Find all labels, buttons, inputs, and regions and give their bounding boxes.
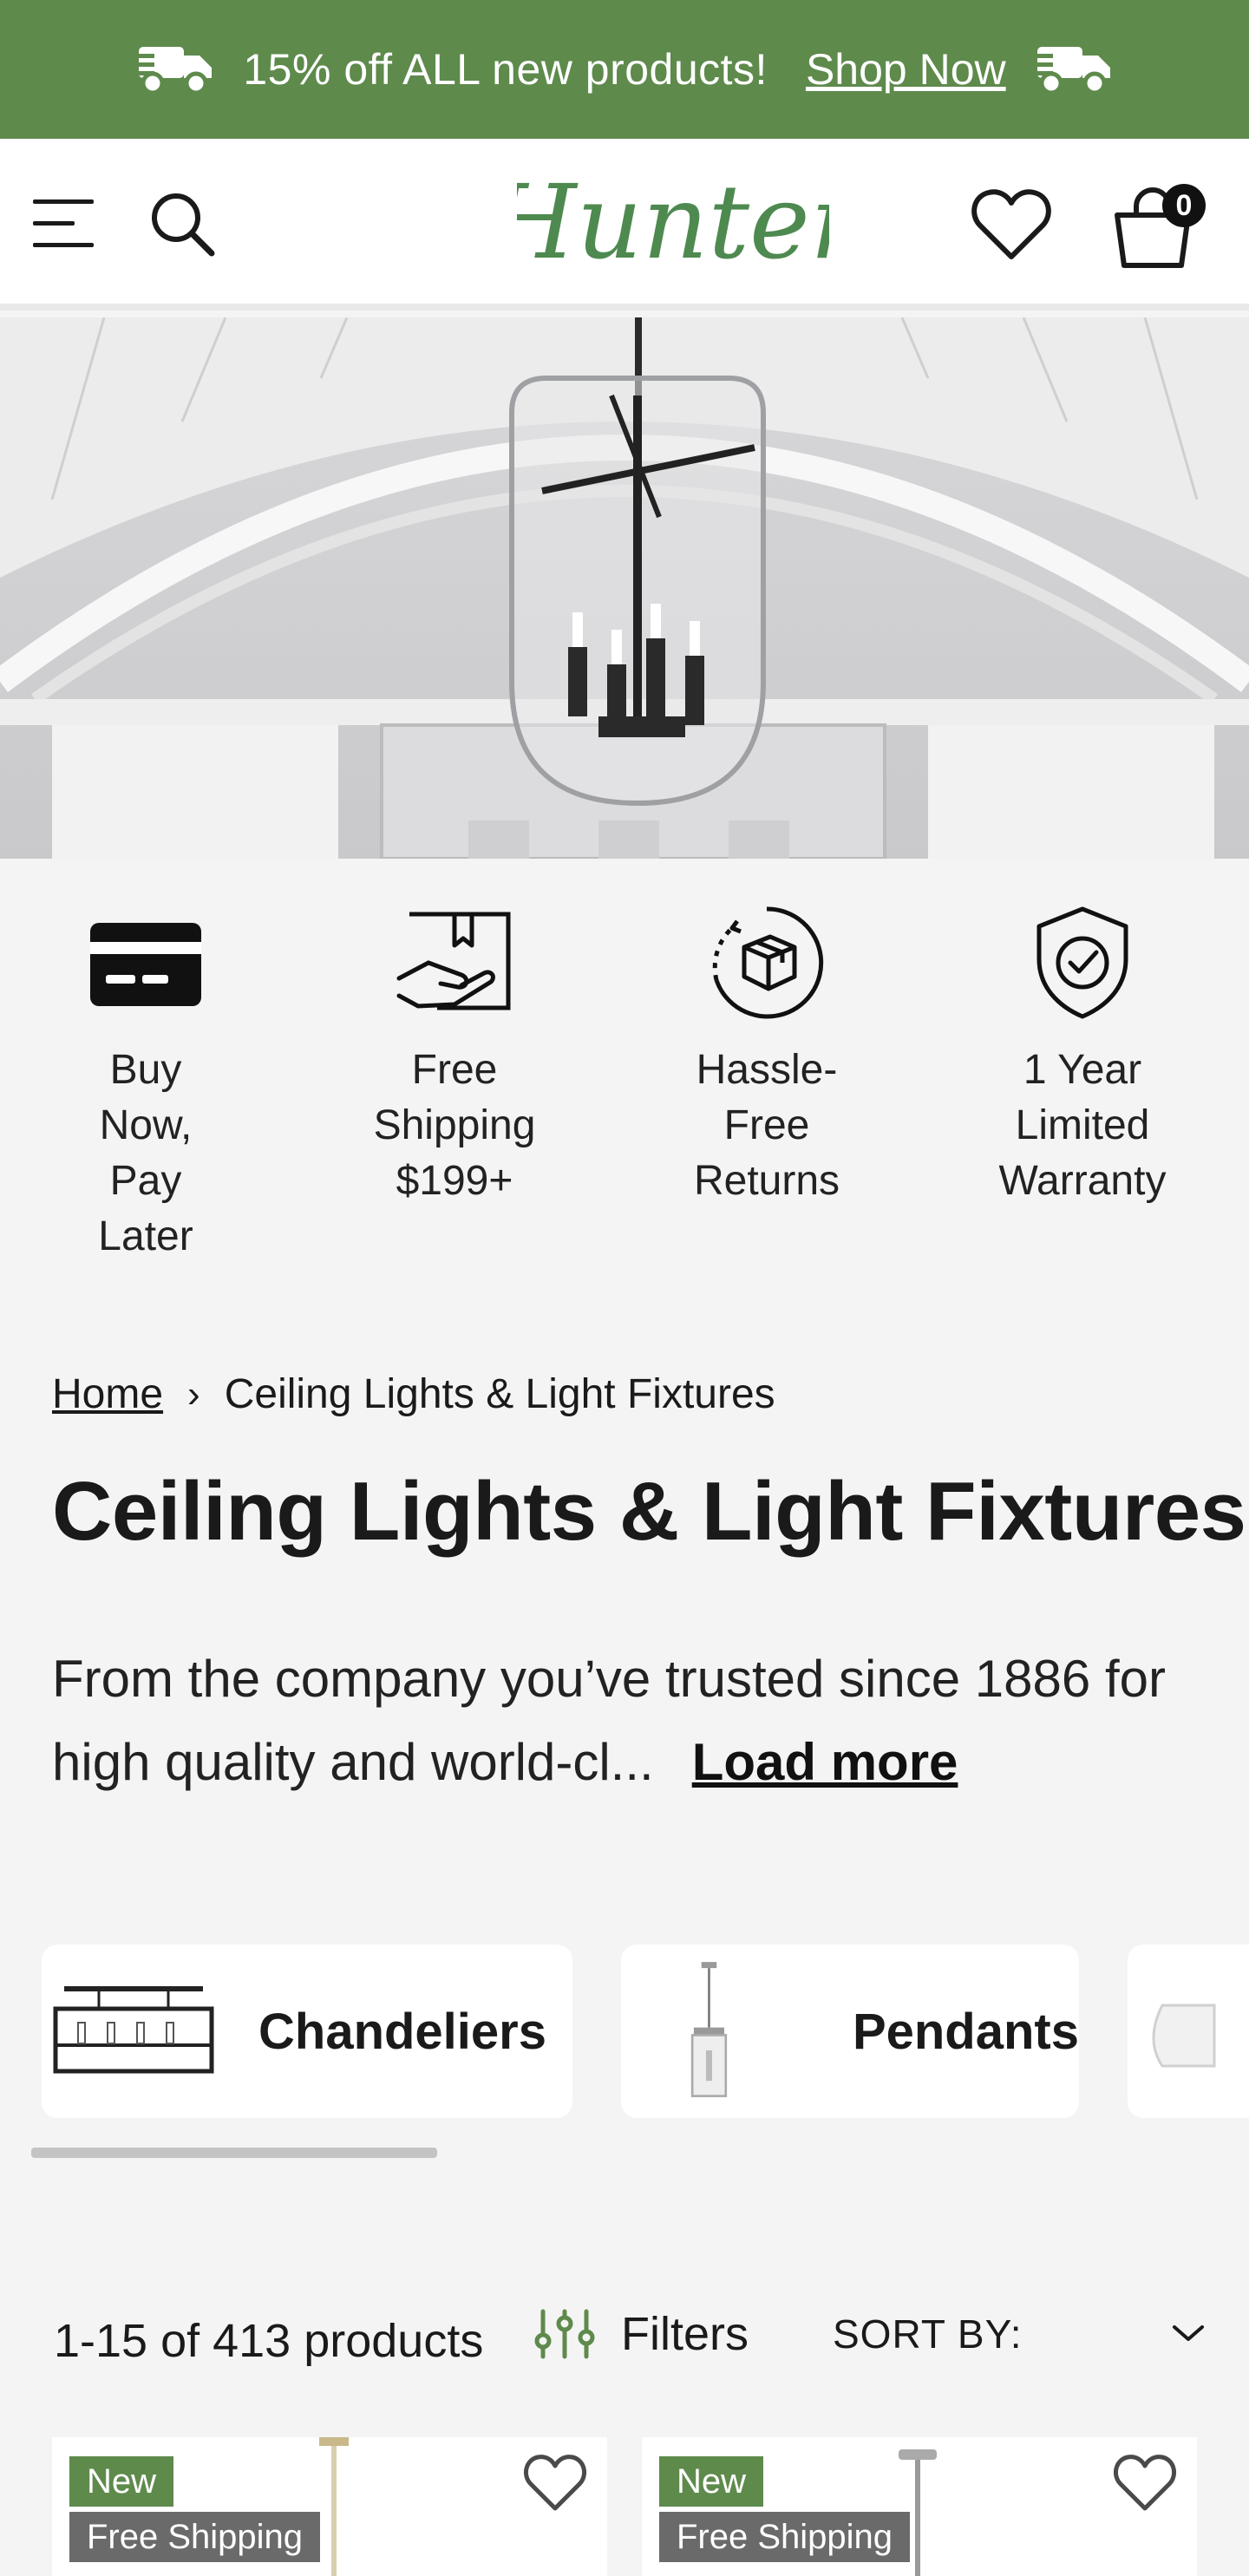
fast-delivery-truck-icon [134, 47, 213, 95]
credit-card-icon [90, 923, 201, 1006]
category-name: Pendants [852, 2003, 1079, 2060]
benefit-warranty: 1 Year Limited Warranty [952, 902, 1213, 1209]
hamburger-menu-icon[interactable] [31, 191, 97, 257]
hero-chandelier-image [0, 317, 1249, 859]
shop-now-link[interactable]: Shop Now [806, 44, 1006, 95]
category-name: Chandeliers [258, 2003, 546, 2060]
load-more-link[interactable]: Load more [692, 1733, 958, 1791]
benefit-label: Free Shipping $199+ [373, 1047, 536, 1204]
return-box-icon [712, 906, 824, 1019]
cart-count-badge: 0 [1162, 184, 1206, 227]
sort-by-dropdown[interactable]: SORT BY: [833, 2311, 1206, 2357]
category-description: From the company you’ve trusted since 18… [52, 1638, 1206, 1804]
benefit-label: Buy Now, Pay Later [98, 1047, 193, 1259]
product-card[interactable]: New Free Shipping [52, 2437, 607, 2576]
new-badge: New [69, 2456, 174, 2507]
product-toolbar: 1-15 of 413 products Filters SORT BY: [0, 2298, 1249, 2385]
box-hand-icon [396, 912, 511, 1010]
benefit-free-shipping: Free Shipping $199+ [324, 902, 585, 1209]
benefit-hassle-free-returns: Hassle-Free Returns [637, 902, 897, 1209]
breadcrumb: Home › Ceiling Lights & Light Fixtures [52, 1370, 775, 1418]
logo-text: Hunter [517, 162, 829, 282]
breadcrumb-home-link[interactable]: Home [52, 1370, 163, 1418]
promo-text: 15% off ALL new products! [243, 45, 768, 94]
description-text: From the company you’ve trusted since 18… [52, 1650, 1166, 1791]
category-card-partial[interactable] [1128, 1945, 1249, 2118]
breadcrumb-separator: › [187, 1372, 200, 1415]
benefit-label: Hassle-Free Returns [693, 1047, 840, 1204]
new-badge: New [659, 2456, 764, 2507]
wishlist-heart-icon[interactable] [522, 2453, 588, 2514]
search-icon[interactable] [147, 189, 217, 258]
hunter-logo[interactable]: Hunter [517, 158, 829, 288]
product-card[interactable]: New Free Shipping [642, 2437, 1197, 2576]
category-thumbnail [1152, 2004, 1216, 2068]
category-card-chandeliers[interactable]: Chandeliers [42, 1945, 572, 2118]
filters-button[interactable]: Filters [534, 2307, 749, 2361]
wishlist-heart-icon[interactable] [1112, 2453, 1178, 2514]
filters-label: Filters [621, 2308, 749, 2360]
benefit-buy-now-pay-later: Buy Now, Pay Later [16, 902, 276, 1265]
page-title: Ceiling Lights & Light Fixtures [52, 1465, 1246, 1558]
benefits-row: Buy Now, Pay Later Free Shipping $199+ H… [0, 902, 1249, 1284]
category-carousel: Chandeliers Pendants [42, 1945, 1249, 2118]
wishlist-heart-icon[interactable] [970, 187, 1053, 264]
carousel-scrollbar[interactable] [31, 2148, 437, 2158]
benefit-label: 1 Year Limited Warranty [998, 1047, 1167, 1204]
shield-check-icon [1036, 906, 1128, 1019]
cart-button[interactable]: 0 [1110, 184, 1206, 271]
pendant-thumbnail [690, 1962, 728, 2097]
site-header: Hunter 0 [0, 139, 1249, 311]
product-count: 1-15 of 413 products [54, 2315, 484, 2367]
chandelier-thumbnail [53, 1986, 214, 2074]
filter-sliders-icon [534, 2309, 595, 2359]
sort-by-label: SORT BY: [833, 2311, 1023, 2357]
free-shipping-badge: Free Shipping [69, 2512, 321, 2562]
fast-delivery-truck-icon [1031, 47, 1110, 95]
promo-banner: 15% off ALL new products! Shop Now [0, 0, 1249, 139]
chevron-down-icon [1173, 2325, 1204, 2341]
free-shipping-badge: Free Shipping [659, 2512, 911, 2562]
breadcrumb-current: Ceiling Lights & Light Fixtures [224, 1371, 775, 1417]
category-card-pendants[interactable]: Pendants [621, 1945, 1079, 2118]
